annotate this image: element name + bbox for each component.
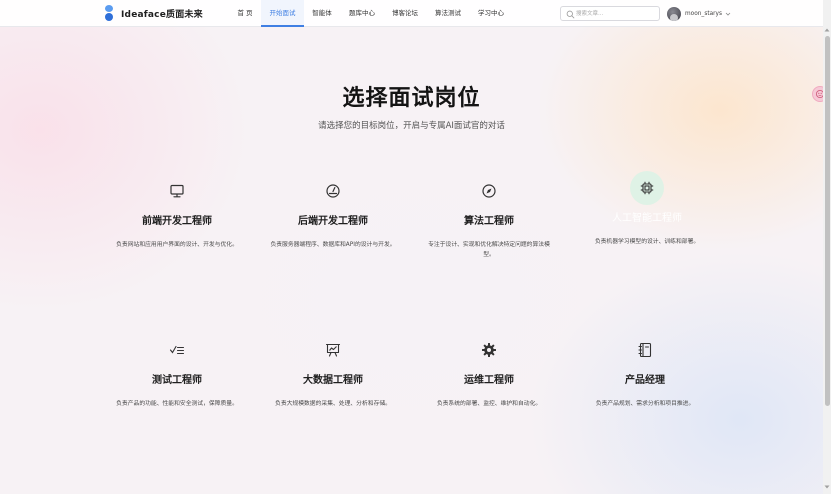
- position-card-pm[interactable]: 产品经理 负责产品规划、需求分析和项目推进。: [570, 333, 720, 410]
- nav-algorithm-test[interactable]: 算法测试: [429, 0, 467, 27]
- position-card-frontend[interactable]: 前端开发工程师 负责网站和应用用户界面的设计、开发与优化。: [102, 174, 252, 251]
- position-title: 人工智能工程师: [612, 213, 682, 224]
- position-desc: 负责网站和应用用户界面的设计、开发与优化。: [116, 242, 238, 248]
- position-desc: 负责产品的功能、性能和安全测试，保障质量。: [116, 401, 238, 407]
- brand-logo[interactable]: Ideaface质面未来: [104, 5, 203, 21]
- username: moon_starys: [685, 10, 722, 17]
- chip-icon: [640, 181, 654, 195]
- scroll-thumb[interactable]: [824, 36, 830, 406]
- position-title: 算法工程师: [464, 216, 514, 227]
- search-input[interactable]: [576, 8, 658, 19]
- position-desc: 负责机器学习模型的设计、训练和部署。: [594, 239, 700, 245]
- position-title: 后端开发工程师: [298, 216, 368, 227]
- chevron-down-icon: [725, 12, 731, 16]
- position-title: 运维工程师: [464, 375, 514, 386]
- page-title: 选择面试岗位: [342, 86, 481, 111]
- position-title: 大数据工程师: [303, 375, 363, 386]
- checklist-icon: [169, 345, 185, 355]
- position-card-ai[interactable]: 人工智能工程师 负责机器学习模型的设计、训练和部署。: [572, 171, 722, 248]
- position-desc: 负责服务器端程序、数据库和API的设计与开发。: [270, 242, 396, 248]
- position-card-test[interactable]: 测试工程师 负责产品的功能、性能和安全测试，保障质量。: [102, 333, 252, 410]
- brand-name: Ideaface质面未来: [121, 9, 203, 20]
- monitor-icon: [170, 184, 184, 198]
- scroll-down-arrow-icon[interactable]: [824, 484, 830, 490]
- nav-home[interactable]: 首 页: [230, 0, 260, 27]
- position-desc: 负责系统的部署、监控、维护和自动化。: [436, 401, 542, 407]
- position-desc: 负责大规模数据的采集、处理、分析和存储。: [275, 401, 391, 407]
- presentation-chart-icon: [325, 343, 341, 357]
- nav-agents[interactable]: 智能体: [305, 0, 339, 27]
- position-desc: 负责产品规划、需求分析和项目推进。: [595, 401, 695, 407]
- position-card-ops[interactable]: 运维工程师 负责系统的部署、监控、维护和自动化。: [414, 333, 564, 410]
- notebook-icon: [638, 342, 652, 358]
- avatar[interactable]: [667, 6, 681, 21]
- nav-blog-forum[interactable]: 博客论坛: [386, 0, 424, 27]
- nav-question-bank[interactable]: 题库中心: [343, 0, 381, 27]
- top-navbar: Ideaface质面未来 首 页 开始面试 智能体 题库中心 博客论坛 算法测试…: [0, 0, 823, 27]
- position-card-backend[interactable]: 后端开发工程师 负责服务器端程序、数据库和API的设计与开发。: [258, 174, 408, 251]
- page-subtitle: 请选择您的目标岗位，开启与专属AI面试官的对话: [318, 121, 505, 131]
- scroll-up-arrow-icon[interactable]: [824, 27, 830, 33]
- vertical-scrollbar[interactable]: [823, 0, 831, 494]
- position-card-bigdata[interactable]: 大数据工程师 负责大规模数据的采集、处理、分析和存储。: [258, 333, 408, 410]
- compass-icon: [482, 184, 496, 198]
- user-menu[interactable]: moon_starys: [667, 6, 731, 21]
- position-desc: 专注于设计、实现和优化解决特定问题的算法模型。: [428, 242, 550, 258]
- search-box[interactable]: [560, 6, 660, 21]
- gauge-icon: [326, 184, 340, 198]
- position-title: 产品经理: [625, 375, 665, 386]
- position-card-algorithm[interactable]: 算法工程师 专注于设计、实现和优化解决特定问题的算法模型。: [414, 174, 564, 260]
- nav-start-interview[interactable]: 开始面试: [261, 0, 304, 27]
- nav-learning-center[interactable]: 学习中心: [472, 0, 510, 27]
- position-title: 前端开发工程师: [142, 216, 212, 227]
- position-title: 测试工程师: [152, 375, 202, 386]
- search-icon: [566, 10, 575, 18]
- gear-icon: [482, 343, 496, 357]
- logo-icon: [104, 5, 114, 21]
